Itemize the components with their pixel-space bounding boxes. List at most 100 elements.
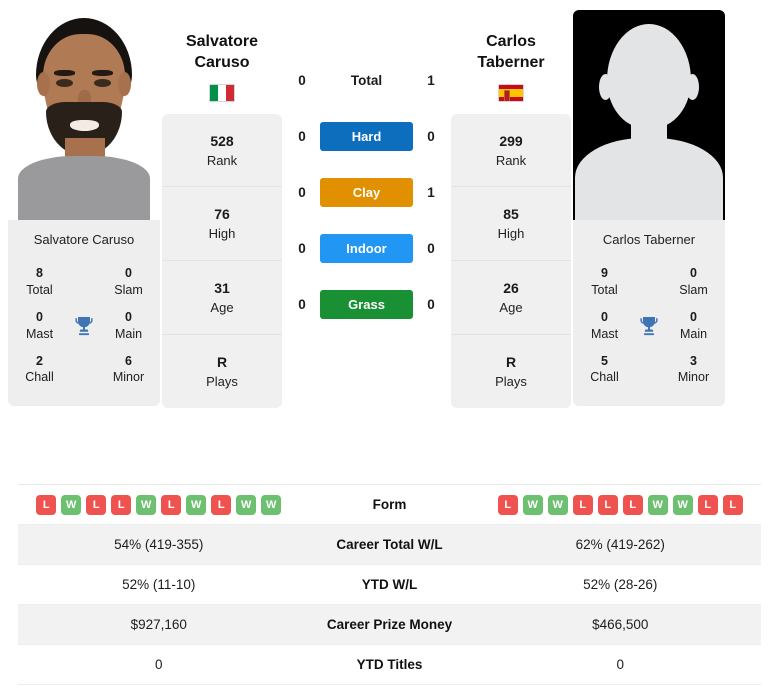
h2h-grass-label[interactable]: Grass xyxy=(320,290,413,319)
right-titles-total-label: Total xyxy=(591,282,618,297)
left-titles-main-label: Main xyxy=(114,326,143,341)
right-form-strip: LWWLLLWWLL xyxy=(480,487,762,523)
left-player-last-name: Caruso xyxy=(194,53,250,71)
flag-italy-icon xyxy=(209,83,235,102)
table-row: 52% (11-10) YTD W/L 52% (28-26) xyxy=(18,565,761,605)
row-label-career-total-wl: Career Total W/L xyxy=(336,537,443,552)
left-form-badge: W xyxy=(136,494,157,515)
right-form-badge: L xyxy=(622,494,643,515)
right-career-total-wl: 62% (419-262) xyxy=(575,537,665,552)
right-titles-grid: 9 Total 0 Slam 0 Mast 0 Main 5 Chall 3 M… xyxy=(573,261,725,406)
left-player-photo xyxy=(8,10,160,220)
left-career-prize-money: $927,160 xyxy=(130,617,187,632)
right-player-last-name: Taberner xyxy=(477,53,545,71)
left-titles-chall-label: Chall xyxy=(25,370,54,385)
right-photo-caption: Carlos Taberner xyxy=(602,232,696,247)
h2h-indoor-right: 0 xyxy=(427,241,435,256)
right-form-badge: L xyxy=(697,494,718,515)
right-titles-chall-value: 5 xyxy=(601,353,608,368)
right-player-photo xyxy=(573,10,725,220)
right-titles-chall-label: Chall xyxy=(590,370,619,385)
table-row: $927,160 Career Prize Money $466,500 xyxy=(18,605,761,645)
table-row: 54% (419-355) Career Total W/L 62% (419-… xyxy=(18,525,761,565)
h2h-indoor-left: 0 xyxy=(298,241,306,256)
left-titles-slam-label: Slam xyxy=(114,282,143,297)
flag-spain-icon xyxy=(498,83,524,102)
left-titles-main-value: 0 xyxy=(125,309,132,324)
left-titles-grid: 8 Total 0 Slam 0 Mast 0 Main 2 Chall 6 M… xyxy=(8,261,160,406)
right-player-first-name: Carlos xyxy=(486,33,536,50)
left-player-photo-card[interactable]: Salvatore Caruso 8 Total 0 Slam 0 Mast 0… xyxy=(8,10,160,407)
left-career-total-wl: 54% (419-355) xyxy=(114,537,204,552)
left-ytd-wl: 52% (11-10) xyxy=(122,577,196,592)
h2h-clay-right: 1 xyxy=(427,185,435,200)
left-form-badge: L xyxy=(86,494,107,515)
left-form-badge: L xyxy=(36,494,57,515)
right-ytd-wl: 52% (28-26) xyxy=(583,577,658,592)
right-stat-age: 26 Age xyxy=(451,261,571,336)
right-form-badge: W xyxy=(647,494,668,515)
left-titles-minor-value: 6 xyxy=(125,353,132,368)
left-titles-mast-label: Mast xyxy=(25,326,54,341)
right-stat-plays: R Plays xyxy=(495,354,527,390)
right-form-badge: W xyxy=(522,494,543,515)
h2h-hard-left: 0 xyxy=(298,129,306,144)
right-player-name: Carlos Taberner xyxy=(451,10,571,84)
right-career-prize-money: $466,500 xyxy=(592,617,649,632)
left-titles-chall-value: 2 xyxy=(36,353,43,368)
right-stat-card: 299 Rank 85 High 26 Age R Plays xyxy=(451,113,571,408)
right-form-badge: L xyxy=(572,494,593,515)
left-form-badge: L xyxy=(161,494,182,515)
left-form-badge: L xyxy=(111,494,132,515)
right-form-badge: W xyxy=(547,494,568,515)
right-form-badge: W xyxy=(672,494,693,515)
left-titles-total-label: Total xyxy=(26,282,53,297)
left-stat-high: 76 High xyxy=(162,187,282,262)
right-form-badge: L xyxy=(497,494,518,515)
right-form-badge: L xyxy=(597,494,618,515)
left-player-name: Salvatore Caruso xyxy=(162,10,282,84)
h2h-row-hard: 0 Hard 0 xyxy=(284,122,449,151)
left-form-badge: L xyxy=(211,494,232,515)
left-form-badge: W xyxy=(261,494,282,515)
left-form-badge: W xyxy=(186,494,207,515)
left-ytd-titles: 0 xyxy=(154,657,163,672)
row-label-form: Form xyxy=(372,497,407,512)
h2h-grass-left: 0 xyxy=(298,297,306,312)
right-titles-minor-value: 3 xyxy=(690,353,697,368)
h2h-row-indoor: 0 Indoor 0 xyxy=(284,234,449,263)
right-player-photo-card[interactable]: Carlos Taberner 9 Total 0 Slam 0 Mast 0 … xyxy=(573,10,725,407)
h2h-grass-right: 0 xyxy=(427,297,435,312)
comparison-table: LWLLWLWLWW Form LWWLLLWWLL 54% (419-355)… xyxy=(18,484,761,685)
row-label-career-prize-money: Career Prize Money xyxy=(326,617,453,632)
h2h-row-total: 0 Total 1 xyxy=(284,66,449,95)
left-form-badge: W xyxy=(61,494,82,515)
h2h-indoor-label[interactable]: Indoor xyxy=(320,234,413,263)
h2h-clay-label[interactable]: Clay xyxy=(320,178,413,207)
row-label-ytd-titles: YTD Titles xyxy=(356,657,423,672)
left-titles-slam-value: 0 xyxy=(125,266,132,280)
right-form-badge: L xyxy=(722,494,743,515)
h2h-row-grass: 0 Grass 0 xyxy=(284,290,449,319)
left-stat-card: 528 Rank 76 High 31 Age R Plays xyxy=(162,113,282,408)
right-player-info: Carlos Taberner 299 Rank 85 High 26 Age xyxy=(451,10,571,408)
left-form-badge: W xyxy=(236,494,257,515)
row-label-ytd-wl: YTD W/L xyxy=(361,577,418,592)
h2h-row-clay: 0 Clay 1 xyxy=(284,178,449,207)
right-titles-mast-label: Mast xyxy=(590,326,619,341)
left-player-info: Salvatore Caruso 528 Rank 76 High 31 Age xyxy=(162,10,282,408)
left-stat-plays: R Plays xyxy=(206,354,238,390)
table-row: LWLLWLWLWW Form LWWLLLWWLL xyxy=(18,485,761,525)
right-ytd-titles: 0 xyxy=(616,657,624,672)
trophy-icon xyxy=(630,314,668,338)
trophy-icon xyxy=(65,314,103,338)
left-stat-age: 31 Age xyxy=(162,261,282,336)
right-titles-main-value: 0 xyxy=(690,309,697,324)
h2h-total-label: Total xyxy=(350,73,383,88)
h2h-clay-left: 0 xyxy=(298,185,306,200)
h2h-hard-label[interactable]: Hard xyxy=(320,122,413,151)
h2h-hard-right: 0 xyxy=(427,129,435,144)
right-titles-slam-value: 0 xyxy=(690,266,697,280)
h2h-total-right: 1 xyxy=(427,73,435,88)
head-to-head-column: 0 Total 1 0 Hard 0 0 Clay 1 0 Indoor 0 0… xyxy=(284,10,449,319)
